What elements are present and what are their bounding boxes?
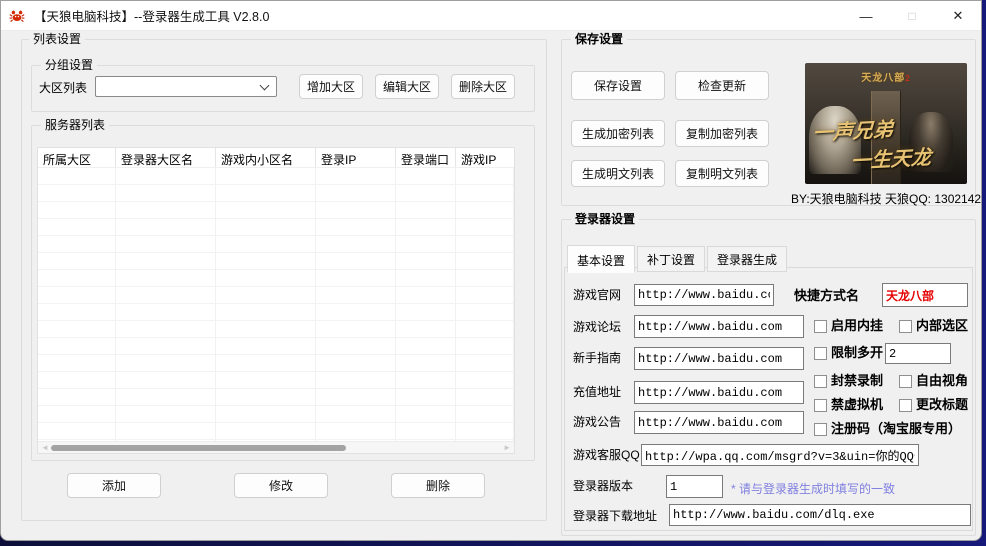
delete-region-button[interactable]: 删除大区 <box>451 74 515 99</box>
window-controls: — □ ✕ <box>843 1 981 31</box>
check-update-button[interactable]: 检查更新 <box>675 71 769 100</box>
tab-basic-settings[interactable]: 基本设置 <box>567 245 635 273</box>
horizontal-scrollbar[interactable]: ◄ ► <box>38 441 514 453</box>
column-header-login-port[interactable]: 登录端口 <box>396 148 456 167</box>
grid-line <box>395 168 396 441</box>
window-title: 【天狼电脑科技】--登录器生成工具 V2.8.0 <box>34 6 269 25</box>
column-header-game-ip[interactable]: 游戏IP <box>456 148 514 167</box>
column-header-ingame-zone[interactable]: 游戏内小区名 <box>216 148 316 167</box>
title-bar: 【天狼电脑科技】--登录器生成工具 V2.8.0 — □ ✕ <box>1 1 981 31</box>
launcher-tabs: 基本设置 补丁设置 登录器生成 <box>567 245 789 272</box>
grid-line <box>315 168 316 441</box>
close-button[interactable]: ✕ <box>935 1 981 31</box>
save-settings-button[interactable]: 保存设置 <box>571 71 665 100</box>
grid-line <box>455 168 456 441</box>
banner-slogan-line2: 一生天龙 <box>850 141 932 174</box>
region-select[interactable] <box>95 76 277 97</box>
launcher-settings-label: 登录器设置 <box>571 212 639 226</box>
promo-banner-image: 天龙八部2 一声兄弟 一生天龙 <box>805 63 967 184</box>
generate-plain-list-button[interactable]: 生成明文列表 <box>571 160 665 187</box>
scroll-left-icon[interactable]: ◄ <box>41 443 49 453</box>
grid-line <box>115 168 116 441</box>
server-table: 所属大区 登录器大区名 游戏内小区名 登录IP 登录端口 游戏IP ◄ ► <box>37 147 515 454</box>
copy-encrypted-list-button[interactable]: 复制加密列表 <box>675 120 769 147</box>
group-settings-label: 分组设置 <box>41 58 97 72</box>
server-table-body[interactable] <box>38 168 514 441</box>
server-list-label: 服务器列表 <box>41 118 109 132</box>
server-table-header: 所属大区 登录器大区名 游戏内小区名 登录IP 登录端口 游戏IP <box>38 148 514 168</box>
banner-slogan-line1: 一声兄弟 <box>812 113 894 146</box>
edit-region-button[interactable]: 编辑大区 <box>375 74 439 99</box>
column-header-region[interactable]: 所属大区 <box>38 148 116 167</box>
tab-patch-settings[interactable]: 补丁设置 <box>637 246 705 272</box>
minimize-button[interactable]: — <box>843 1 889 31</box>
crab-app-icon <box>9 8 25 24</box>
tab-panel <box>564 267 973 531</box>
add-region-button[interactable]: 增加大区 <box>299 74 363 99</box>
add-server-button[interactable]: 添加 <box>67 473 161 498</box>
column-header-login-ip[interactable]: 登录IP <box>316 148 396 167</box>
game-logo: 天龙八部2 <box>805 69 967 84</box>
grid-line <box>215 168 216 441</box>
generate-encrypted-list-button[interactable]: 生成加密列表 <box>571 120 665 147</box>
copy-plain-list-button[interactable]: 复制明文列表 <box>675 160 769 187</box>
maximize-button[interactable]: □ <box>889 1 935 31</box>
modify-server-button[interactable]: 修改 <box>234 473 328 498</box>
app-window: 【天狼电脑科技】--登录器生成工具 V2.8.0 — □ ✕ 列表设置 分组设置… <box>0 0 982 541</box>
grid-line <box>513 168 514 441</box>
scroll-right-icon[interactable]: ► <box>503 443 511 453</box>
author-byline: BY:天狼电脑科技 天狼QQ: 13021424 <box>791 190 976 207</box>
tab-launcher-generate[interactable]: 登录器生成 <box>707 246 787 272</box>
delete-server-button[interactable]: 删除 <box>391 473 485 498</box>
scrollbar-thumb[interactable] <box>51 445 346 451</box>
chevron-down-icon <box>260 81 270 91</box>
save-settings-label: 保存设置 <box>571 32 627 46</box>
column-header-launcher-region[interactable]: 登录器大区名 <box>116 148 216 167</box>
region-list-label: 大区列表 <box>39 81 87 96</box>
list-settings-label: 列表设置 <box>29 32 85 46</box>
